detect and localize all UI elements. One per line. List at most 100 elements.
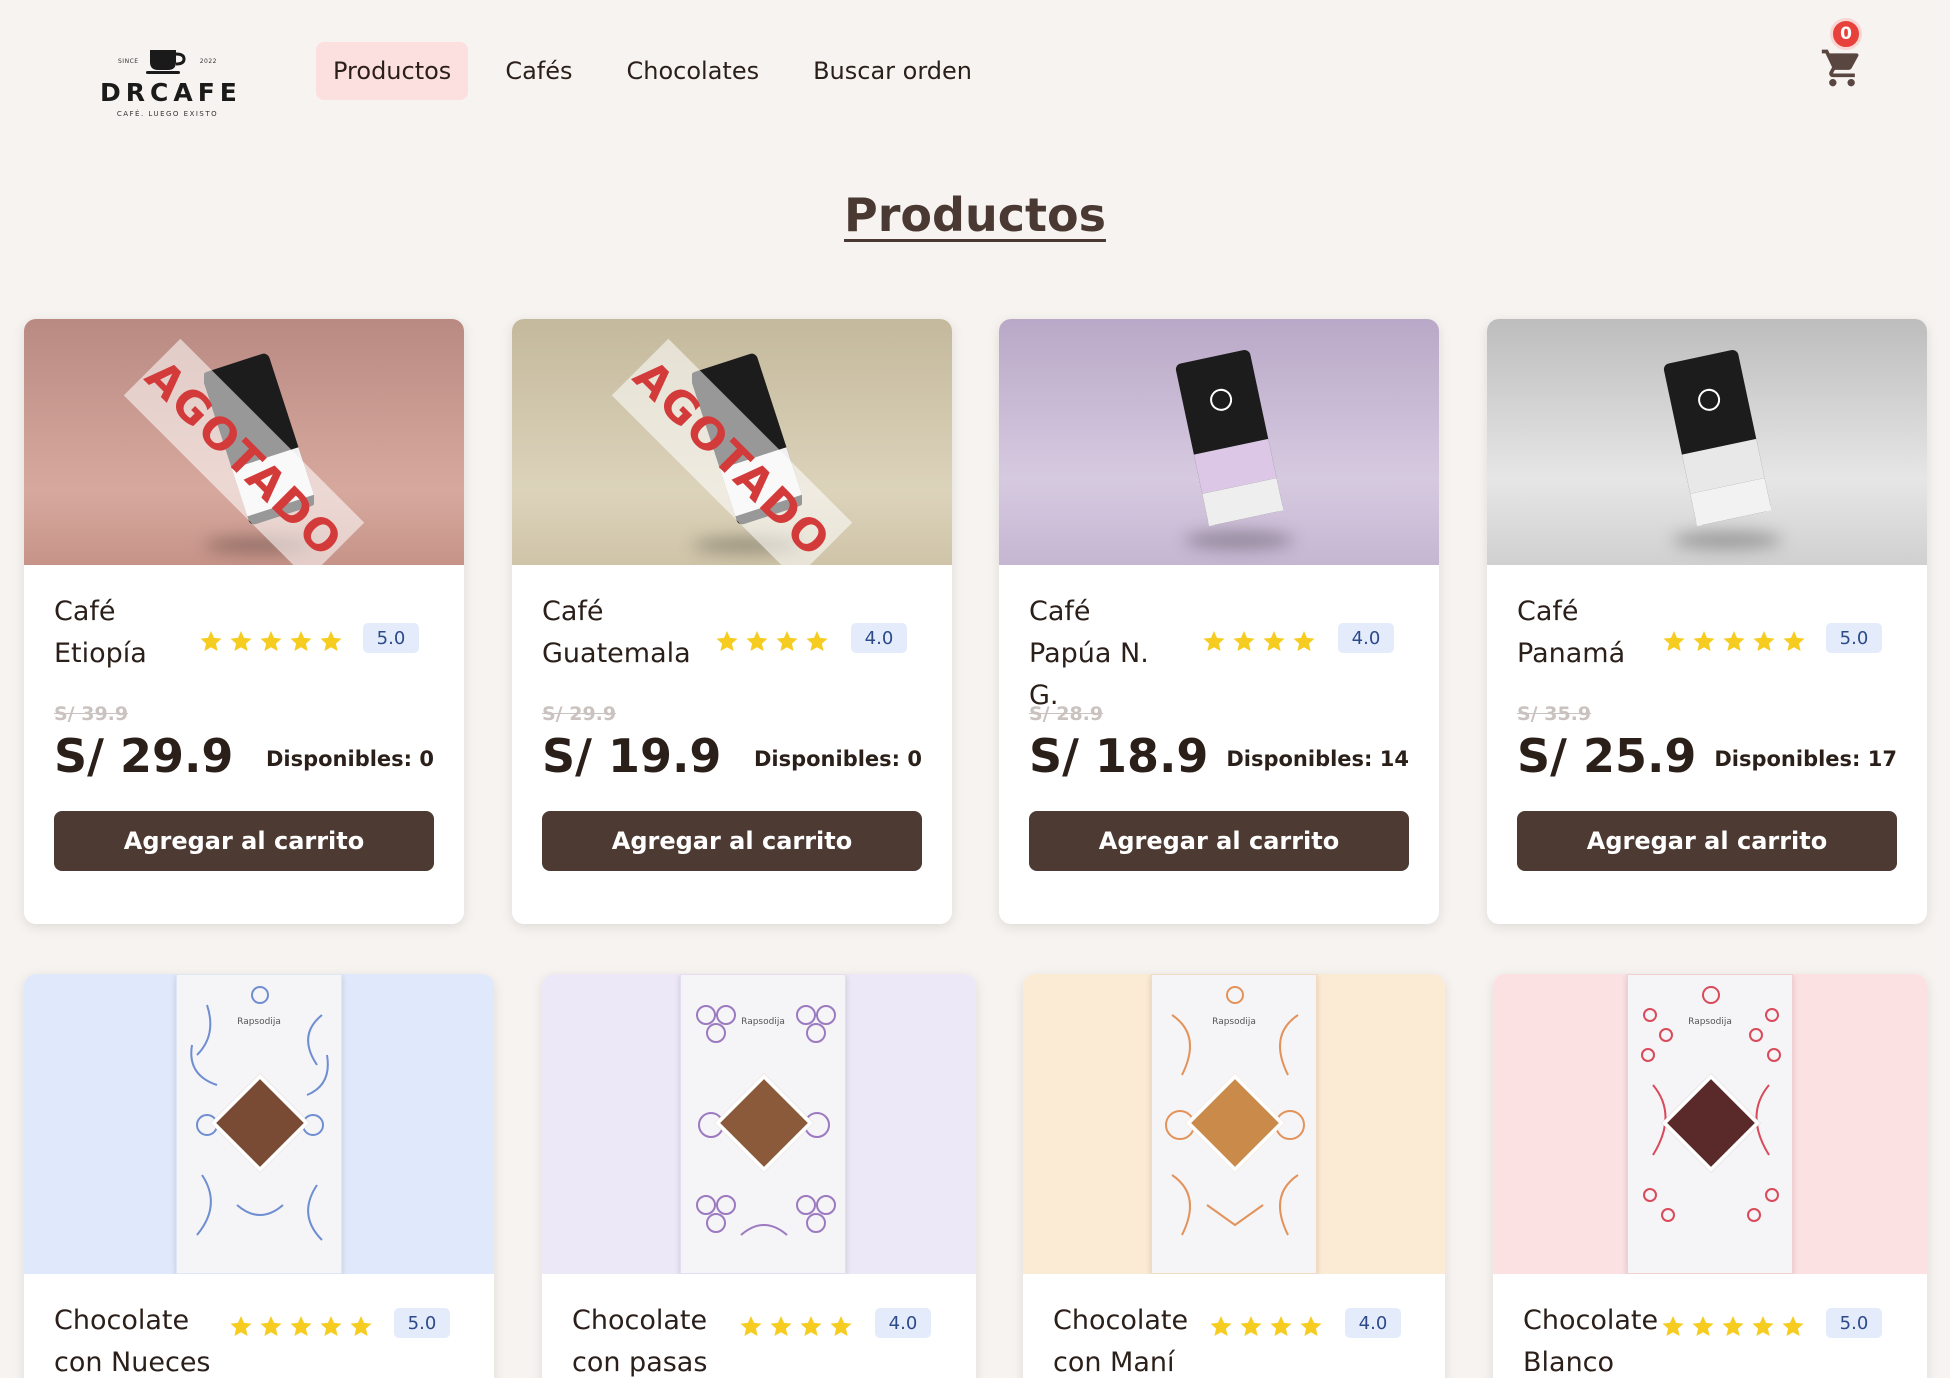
cart-icon[interactable] bbox=[1820, 46, 1864, 90]
product-image[interactable]: Rapsodija bbox=[1023, 974, 1445, 1274]
star-icon bbox=[1240, 1316, 1262, 1336]
add-to-cart-button[interactable]: Agregar al carrito bbox=[1029, 811, 1409, 871]
product-card: Café Panamá 5.0 S/ 35.9 S/ 25.9 Disponib… bbox=[1487, 319, 1927, 924]
star-icon bbox=[200, 631, 222, 651]
product-name: Café Papúa N. G. bbox=[1029, 596, 1149, 711]
product-image[interactable]: Rapsodija bbox=[1493, 974, 1927, 1274]
chocolate-brand-label: Rapsodija bbox=[1688, 1017, 1732, 1027]
add-to-cart-button[interactable]: Agregar al carrito bbox=[54, 811, 434, 871]
rating-stars bbox=[1661, 1314, 1805, 1338]
logo-since-label: SINCE bbox=[118, 58, 139, 65]
nav-item-buscar-orden[interactable]: Buscar orden bbox=[796, 42, 989, 100]
product-image[interactable] bbox=[999, 319, 1439, 565]
nav-item-productos[interactable]: Productos bbox=[316, 42, 469, 100]
product-card: Café Papúa N. G. 4.0 S/ 28.9 S/ 18.9 Dis… bbox=[999, 319, 1439, 924]
product-image[interactable]: Rapsodija bbox=[542, 974, 976, 1274]
product-card: AGOTADO Café Guatemala 4.0 S/ 29.9 S/ 19… bbox=[512, 319, 952, 924]
rating-badge: 4.0 bbox=[1345, 1308, 1401, 1338]
rating-badge: 5.0 bbox=[363, 623, 419, 653]
star-icon bbox=[770, 1316, 792, 1336]
rating-badge: 4.0 bbox=[851, 623, 907, 653]
chocolate-box-image: Rapsodija bbox=[680, 974, 846, 1274]
price: S/ 25.9 bbox=[1517, 729, 1697, 783]
rating-stars bbox=[1209, 1314, 1323, 1338]
product-image[interactable]: AGOTADO bbox=[24, 319, 464, 565]
star-icon bbox=[1693, 631, 1715, 651]
site-logo[interactable]: SINCE 2022 DRCAFE CAFÉ. LUEGO EXISTO bbox=[100, 42, 242, 122]
page-title: Productos bbox=[844, 188, 1106, 242]
rating-badge: 5.0 bbox=[1826, 1308, 1882, 1338]
add-to-cart-button[interactable]: Agregar al carrito bbox=[542, 811, 922, 871]
product-name: Chocolate con pasas bbox=[572, 1305, 708, 1378]
main-nav: Productos Cafés Chocolates Buscar orden bbox=[316, 42, 989, 100]
rating-badge: 4.0 bbox=[1338, 623, 1394, 653]
star-icon bbox=[1723, 631, 1745, 651]
chocolate-brand-label: Rapsodija bbox=[1212, 1017, 1256, 1027]
star-icon bbox=[740, 1316, 762, 1336]
nav-item-chocolates[interactable]: Chocolates bbox=[610, 42, 777, 100]
logo-year-label: 2022 bbox=[199, 58, 217, 65]
rating-stars bbox=[1202, 629, 1316, 653]
chocolate-brand-label: Rapsodija bbox=[741, 1017, 785, 1027]
product-image[interactable]: AGOTADO bbox=[512, 319, 952, 565]
star-icon bbox=[1692, 1316, 1714, 1336]
star-icon bbox=[350, 1316, 372, 1336]
nav-item-cafes[interactable]: Cafés bbox=[488, 42, 589, 100]
chocolate-box-image: Rapsodija bbox=[1627, 974, 1793, 1274]
rating-stars bbox=[1662, 629, 1806, 653]
old-price: S/ 29.9 bbox=[542, 703, 617, 725]
rating-stars bbox=[229, 1314, 373, 1338]
star-icon bbox=[1293, 631, 1315, 651]
star-icon bbox=[1783, 631, 1805, 651]
chocolate-box-image: Rapsodija bbox=[176, 974, 342, 1274]
stock-count: Disponibles: 0 bbox=[753, 747, 922, 771]
product-name: Café Etiopía bbox=[54, 596, 147, 669]
product-name: Café Guatemala bbox=[542, 596, 691, 669]
product-card: Rapsodija Chocolate con Maní 4.0 bbox=[1023, 974, 1445, 1378]
star-icon bbox=[260, 1316, 282, 1336]
chocolate-box-image: Rapsodija bbox=[1151, 974, 1317, 1274]
star-icon bbox=[1263, 631, 1285, 651]
star-icon bbox=[1722, 1316, 1744, 1336]
star-icon bbox=[1300, 1316, 1322, 1336]
old-price: S/ 28.9 bbox=[1029, 703, 1104, 725]
price: S/ 29.9 bbox=[54, 729, 234, 783]
logo-brand-name: DRCAFE bbox=[100, 78, 242, 107]
star-icon bbox=[1233, 631, 1255, 651]
product-image[interactable] bbox=[1487, 319, 1927, 565]
product-name: Chocolate con Nueces bbox=[54, 1305, 211, 1378]
star-icon bbox=[1270, 1316, 1292, 1336]
star-icon bbox=[746, 631, 768, 651]
product-name: Chocolate con Maní bbox=[1053, 1305, 1189, 1378]
bag-shadow bbox=[1672, 531, 1782, 549]
coffee-bag-image bbox=[1175, 350, 1284, 527]
coffee-bag-image bbox=[1663, 350, 1772, 527]
rating-badge: 4.0 bbox=[875, 1308, 931, 1338]
product-card: Rapsodija Chocolate con pasas 4.0 bbox=[542, 974, 976, 1378]
stock-count: Disponibles: 17 bbox=[1714, 747, 1897, 771]
product-name: Chocolate Blanco bbox=[1523, 1305, 1659, 1378]
star-icon bbox=[1782, 1316, 1804, 1336]
star-icon bbox=[230, 1316, 252, 1336]
star-icon bbox=[320, 1316, 342, 1336]
product-card: Rapsodija Chocolate con Nueces 5.0 bbox=[24, 974, 494, 1378]
chocolate-brand-label: Rapsodija bbox=[237, 1017, 281, 1027]
star-icon bbox=[1663, 631, 1685, 651]
star-icon bbox=[1210, 1316, 1232, 1336]
star-icon bbox=[806, 631, 828, 651]
star-icon bbox=[1752, 1316, 1774, 1336]
rating-stars bbox=[715, 629, 829, 653]
star-icon bbox=[1662, 1316, 1684, 1336]
star-icon bbox=[290, 1316, 312, 1336]
add-to-cart-button[interactable]: Agregar al carrito bbox=[1517, 811, 1897, 871]
rating-badge: 5.0 bbox=[1826, 623, 1882, 653]
star-icon bbox=[776, 631, 798, 651]
logo-tagline: CAFÉ. LUEGO EXISTO bbox=[116, 110, 219, 118]
rating-stars bbox=[739, 1314, 853, 1338]
star-icon bbox=[230, 631, 252, 651]
price: S/ 19.9 bbox=[542, 729, 722, 783]
cart-count-badge: 0 bbox=[1830, 18, 1862, 50]
product-image[interactable]: Rapsodija bbox=[24, 974, 494, 1274]
star-icon bbox=[800, 1316, 822, 1336]
star-icon bbox=[320, 631, 342, 651]
